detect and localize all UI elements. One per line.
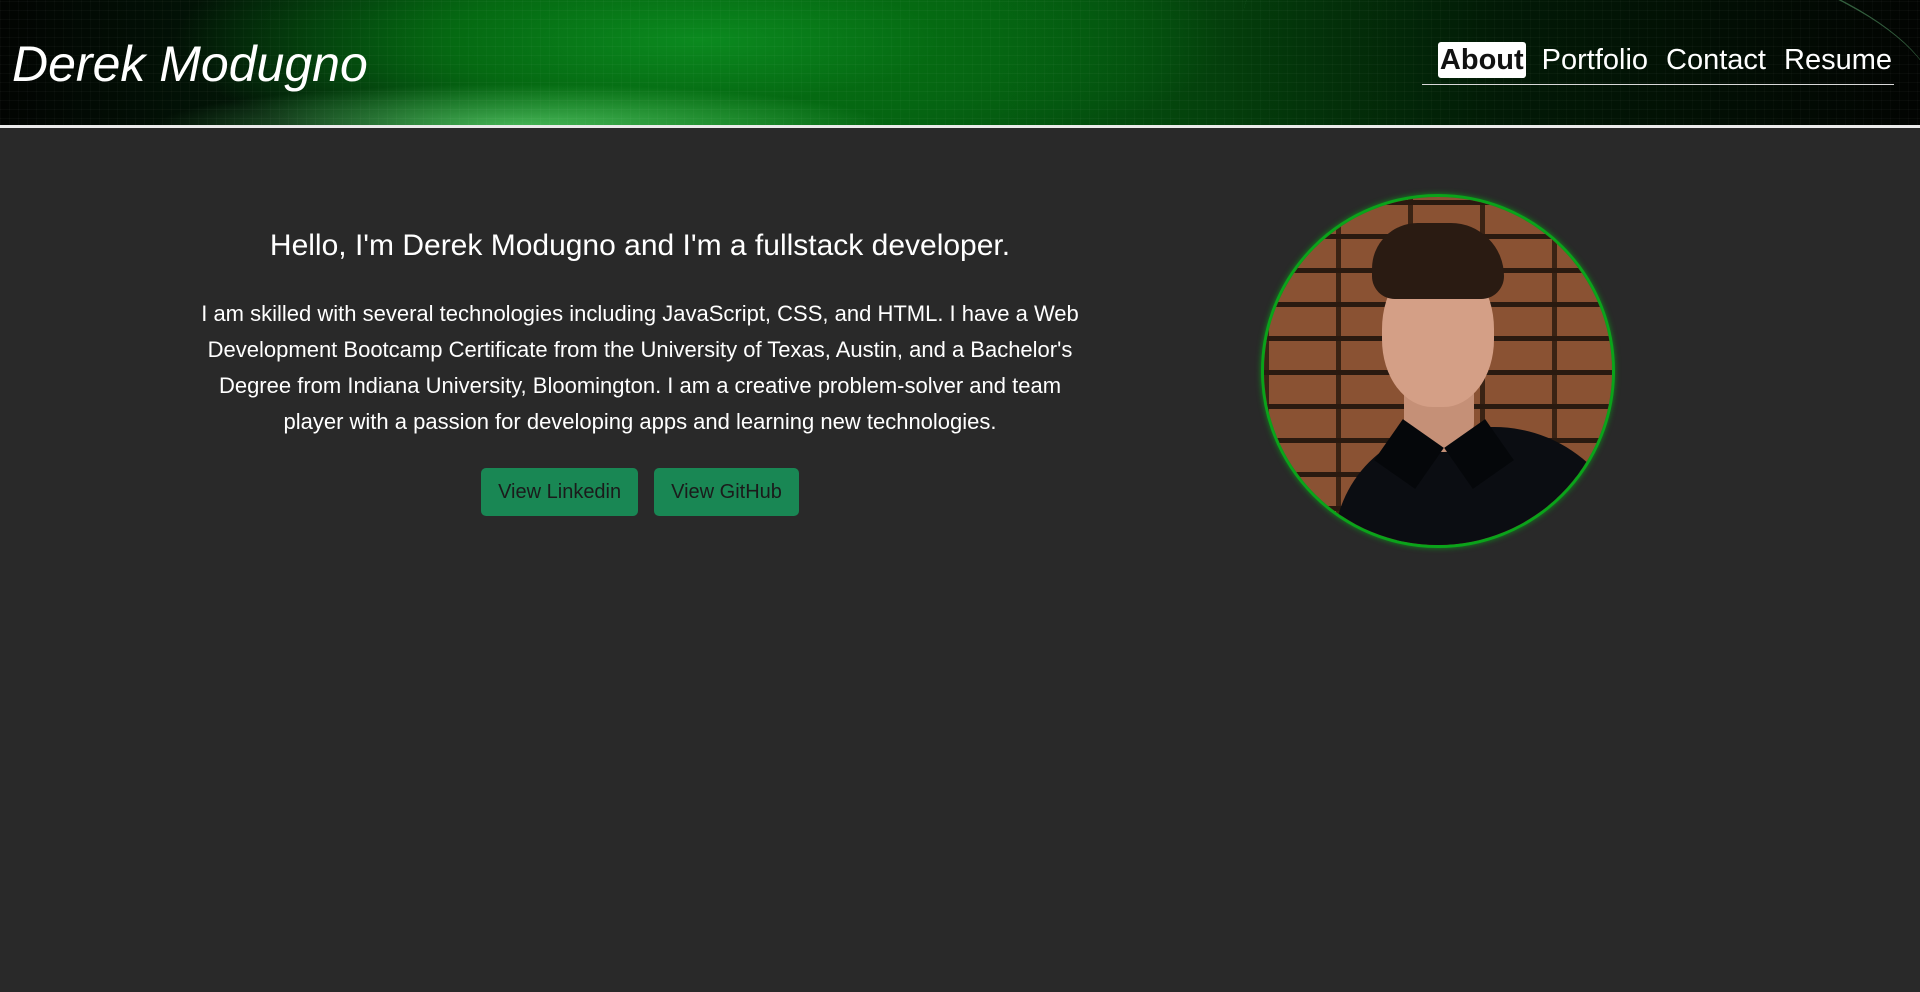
intro-block: Hello, I'm Derek Modugno and I'm a fulls… bbox=[190, 226, 1090, 516]
nav-contact[interactable]: Contact bbox=[1664, 42, 1768, 78]
view-github-button[interactable]: View GitHub bbox=[654, 468, 799, 516]
profile-links: View Linkedin View GitHub bbox=[190, 468, 1090, 516]
about-section: Hello, I'm Derek Modugno and I'm a fulls… bbox=[0, 131, 1920, 992]
photo-hair bbox=[1372, 223, 1504, 299]
nav-about[interactable]: About bbox=[1437, 42, 1526, 78]
nav-resume[interactable]: Resume bbox=[1782, 42, 1894, 78]
site-header: Derek Modugno About Portfolio Contact Re… bbox=[0, 0, 1920, 128]
intro-headline: Hello, I'm Derek Modugno and I'm a fulls… bbox=[269, 229, 1011, 262]
site-title[interactable]: Derek Modugno bbox=[12, 36, 368, 92]
profile-photo bbox=[1261, 194, 1615, 548]
main-navigation: About Portfolio Contact Resume bbox=[1421, 42, 1894, 85]
view-linkedin-button[interactable]: View Linkedin bbox=[481, 468, 639, 516]
intro-bio: I am skilled with several technologies i… bbox=[201, 301, 1079, 434]
nav-portfolio[interactable]: Portfolio bbox=[1540, 42, 1650, 78]
header-divider bbox=[0, 125, 1920, 128]
